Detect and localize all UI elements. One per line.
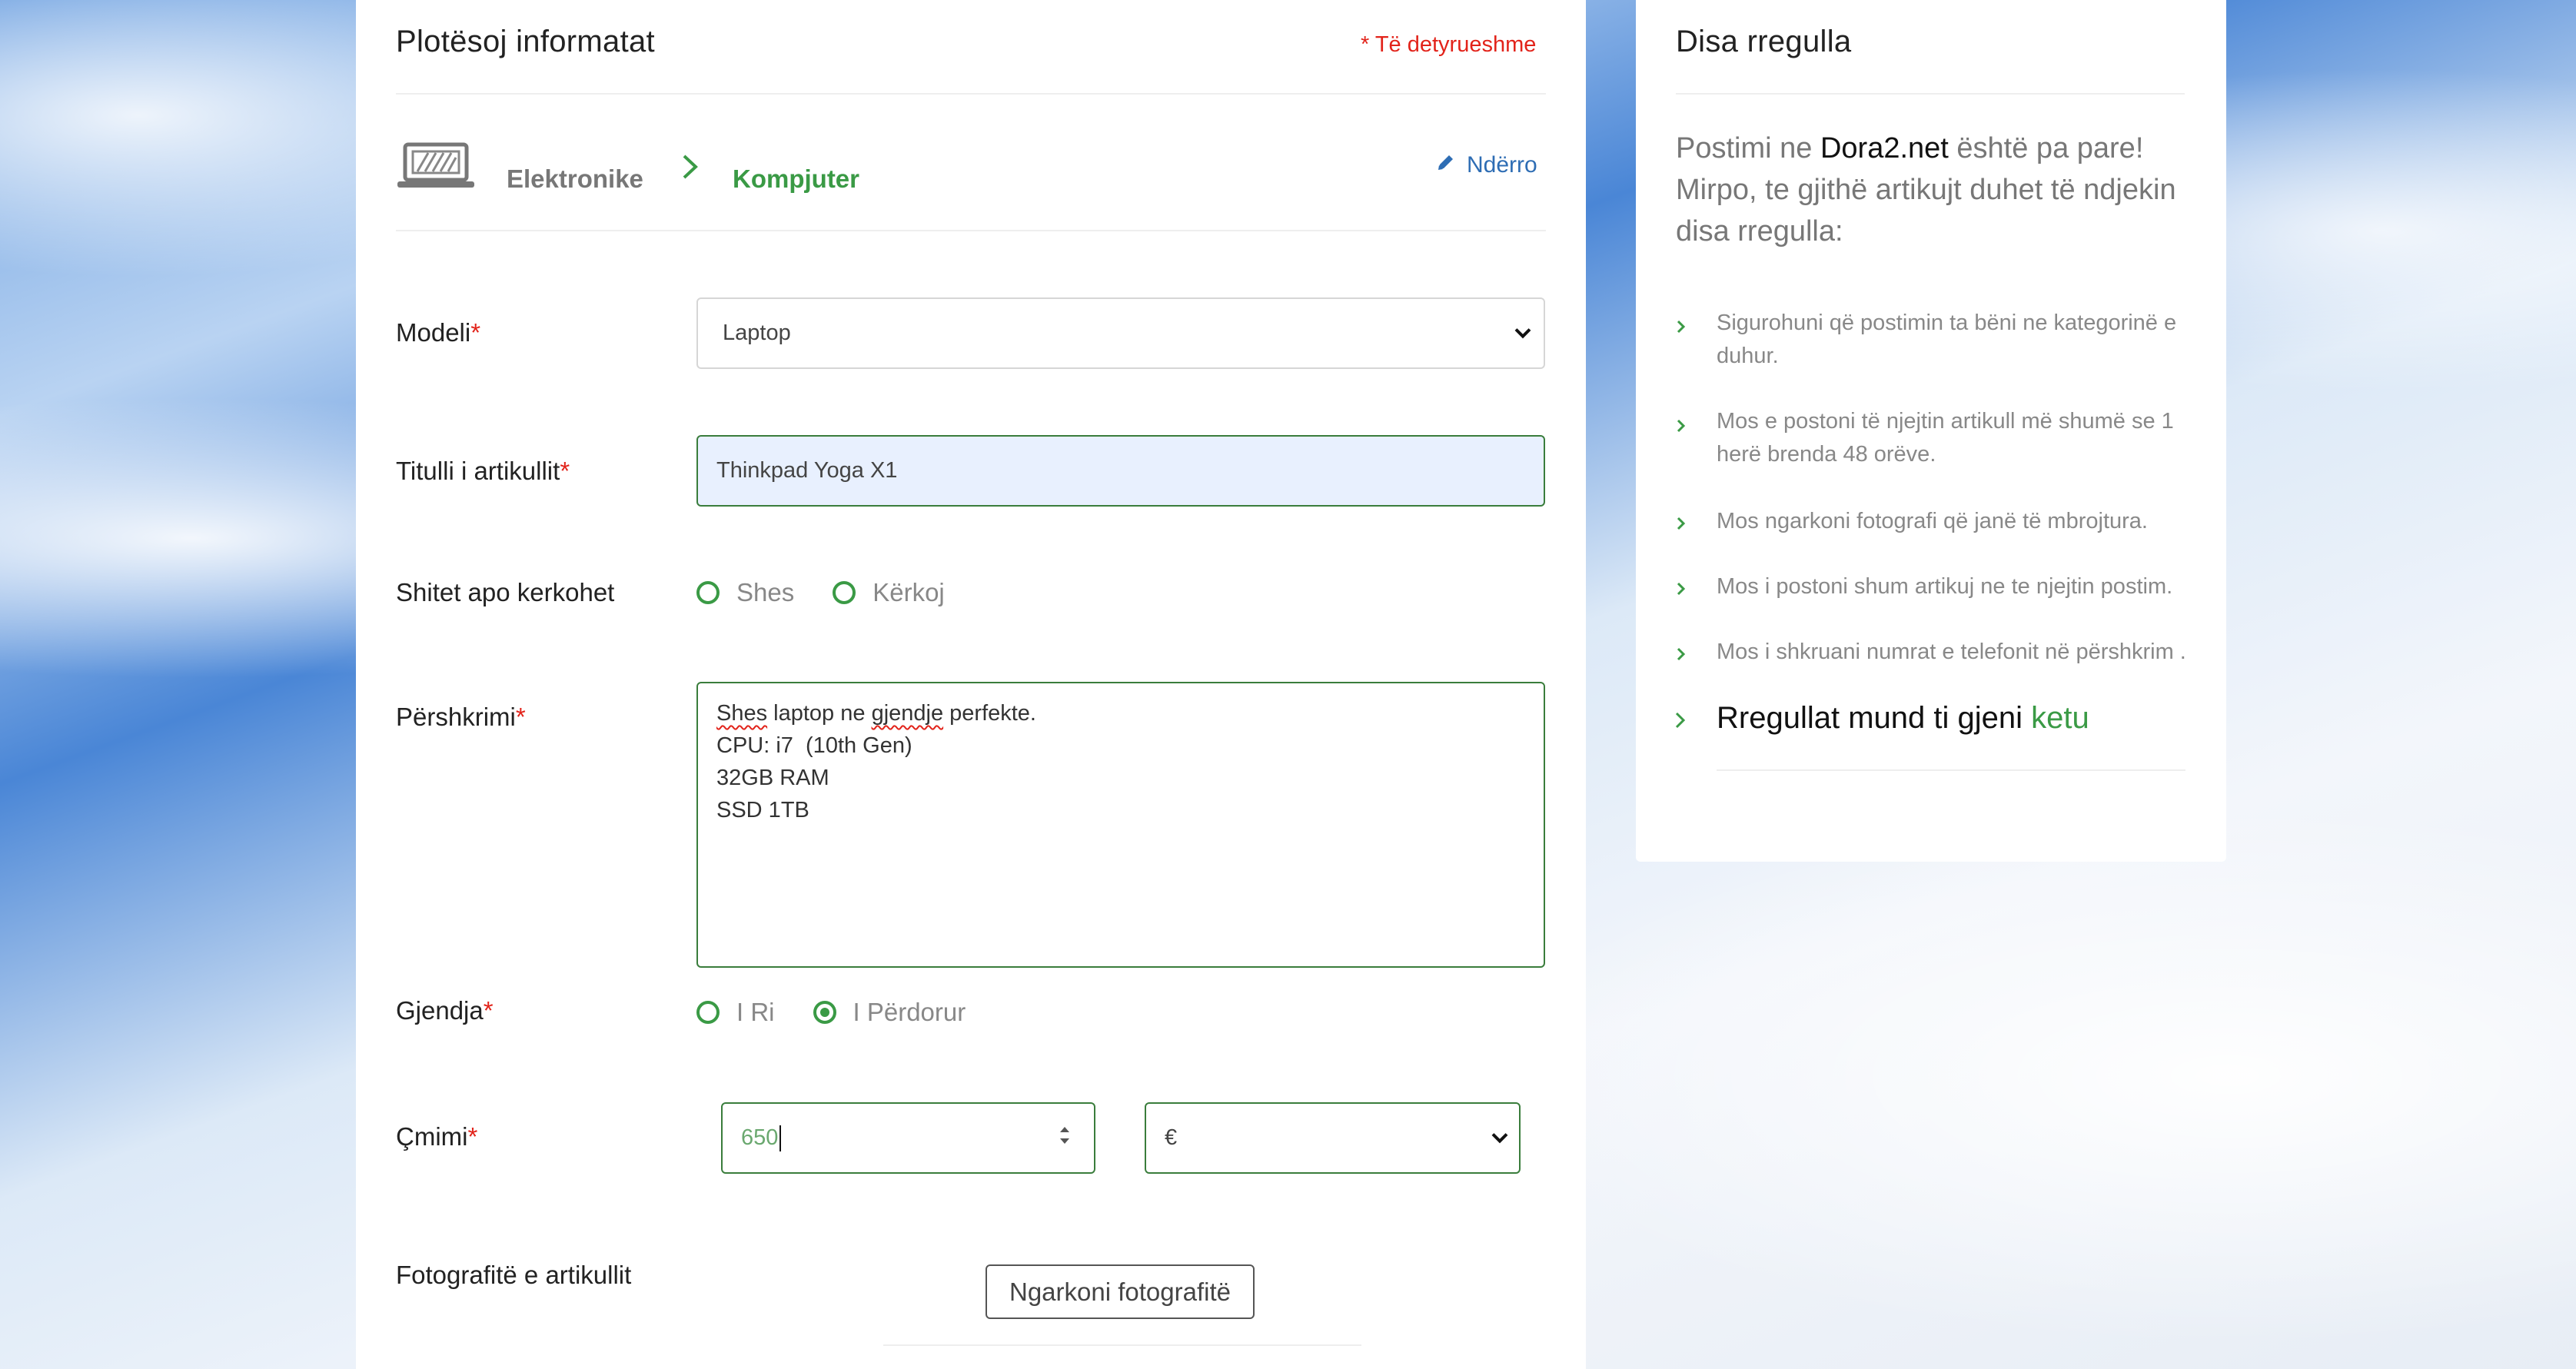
required-note: * Të detyrueshme [1361, 32, 1537, 57]
description-line: Shes laptop ne gjendje perfekte. [716, 701, 1036, 726]
type-label: Shitet apo kerkohet [396, 578, 615, 606]
condition-label: Gjendja* [396, 996, 494, 1025]
chevron-right-icon [1676, 646, 1687, 666]
chevron-right-icon [1676, 515, 1687, 536]
title-input[interactable]: Thinkpad Yoga X1 [696, 435, 1545, 507]
type-radio-group: Shes Kërkoj [696, 578, 983, 607]
chevron-down-icon [1513, 321, 1533, 346]
chevron-right-icon [1676, 318, 1687, 339]
radio-seek[interactable]: Kërkoj [833, 578, 945, 607]
description-line: SSD 1TB [716, 798, 809, 822]
chevron-right-icon [1676, 580, 1687, 601]
radio-label: Shes [736, 578, 795, 606]
divider [396, 93, 1546, 95]
currency-select-value: € [1165, 1125, 1178, 1150]
rule-item: Mos i shkruani numrat e telefonit në për… [1717, 640, 2186, 664]
condition-radio-group: I Ri I Përdorur [696, 998, 1004, 1027]
radio-label: I Ri [736, 998, 775, 1026]
divider [1717, 769, 2185, 771]
category-child[interactable]: Kompjuter [733, 164, 859, 194]
chevron-right-icon [1674, 710, 1687, 734]
rule-item: Mos e postoni të njejtin artikull më shu… [1717, 409, 2174, 467]
rule-item: Mos i postoni shum artikuj ne te njejtin… [1717, 574, 2173, 599]
rules-final: Rregullat mund ti gjeni ketu [1717, 701, 2089, 736]
description-label: Përshkrimi* [396, 703, 526, 731]
price-label: Çmimi* [396, 1122, 478, 1151]
currency-select[interactable]: € [1145, 1102, 1521, 1174]
title-label: Titulli i artikullit* [396, 457, 570, 485]
rule-item: Mos ngarkoni fotografi që janë të mbrojt… [1717, 509, 2148, 533]
rules-final-text: Rregullat mund ti gjeni [1717, 701, 2032, 735]
chevron-right-icon [1676, 417, 1687, 438]
divider [396, 230, 1546, 231]
radio-circle [833, 581, 856, 604]
model-select[interactable]: Laptop [696, 297, 1545, 369]
rules-link[interactable]: ketu [2031, 701, 2089, 735]
radio-sell[interactable]: Shes [696, 578, 794, 607]
laptop-icon [396, 142, 476, 194]
divider [883, 1344, 1361, 1346]
chevron-right-icon [682, 154, 699, 184]
price-input-value: 650 [741, 1125, 779, 1150]
radio-label: Kërkoj [873, 578, 945, 606]
radio-used[interactable]: I Përdorur [813, 998, 966, 1027]
chevron-down-icon [1490, 1125, 1510, 1151]
title-input-value: Thinkpad Yoga X1 [716, 458, 898, 483]
change-label: Ndërro [1467, 152, 1537, 178]
change-category-link[interactable]: Ndërro [1436, 152, 1537, 178]
radio-label: I Përdorur [853, 998, 966, 1026]
rules-intro: Postimi ne Dora2.net është pa pare! Mirp… [1676, 132, 2176, 248]
model-select-value: Laptop [723, 321, 791, 345]
radio-new[interactable]: I Ri [696, 998, 775, 1027]
category-parent[interactable]: Elektronike [507, 164, 643, 194]
divider [1676, 93, 2185, 95]
description-textarea[interactable]: Shes laptop ne gjendje perfekte. CPU: i7… [696, 682, 1545, 968]
rules-panel: Disa rregulla Postimi ne Dora2.net është… [1636, 0, 2226, 862]
description-line: CPU: i7 (10th Gen) [716, 733, 912, 758]
radio-circle [696, 581, 720, 604]
stepper-icon[interactable] [1055, 1122, 1074, 1155]
text-cursor [779, 1125, 782, 1151]
radio-circle-checked [813, 1001, 836, 1024]
rule-item: Sigurohuni që postimin ta bëni ne katego… [1717, 311, 2177, 368]
radio-circle [696, 1001, 720, 1024]
form-panel: Plotësoj informatat * Të detyrueshme Ele… [356, 0, 1586, 1369]
price-input[interactable]: 650 [721, 1102, 1095, 1174]
photos-label: Fotografitë e artikullit [396, 1261, 632, 1289]
description-line: 32GB RAM [716, 766, 829, 790]
form-title: Plotësoj informatat [396, 25, 655, 58]
upload-photos-button[interactable]: Ngarkoni fotografitë [986, 1264, 1255, 1319]
model-label: Modeli* [396, 318, 481, 347]
pencil-icon [1436, 152, 1456, 178]
rules-title: Disa rregulla [1676, 25, 1852, 58]
